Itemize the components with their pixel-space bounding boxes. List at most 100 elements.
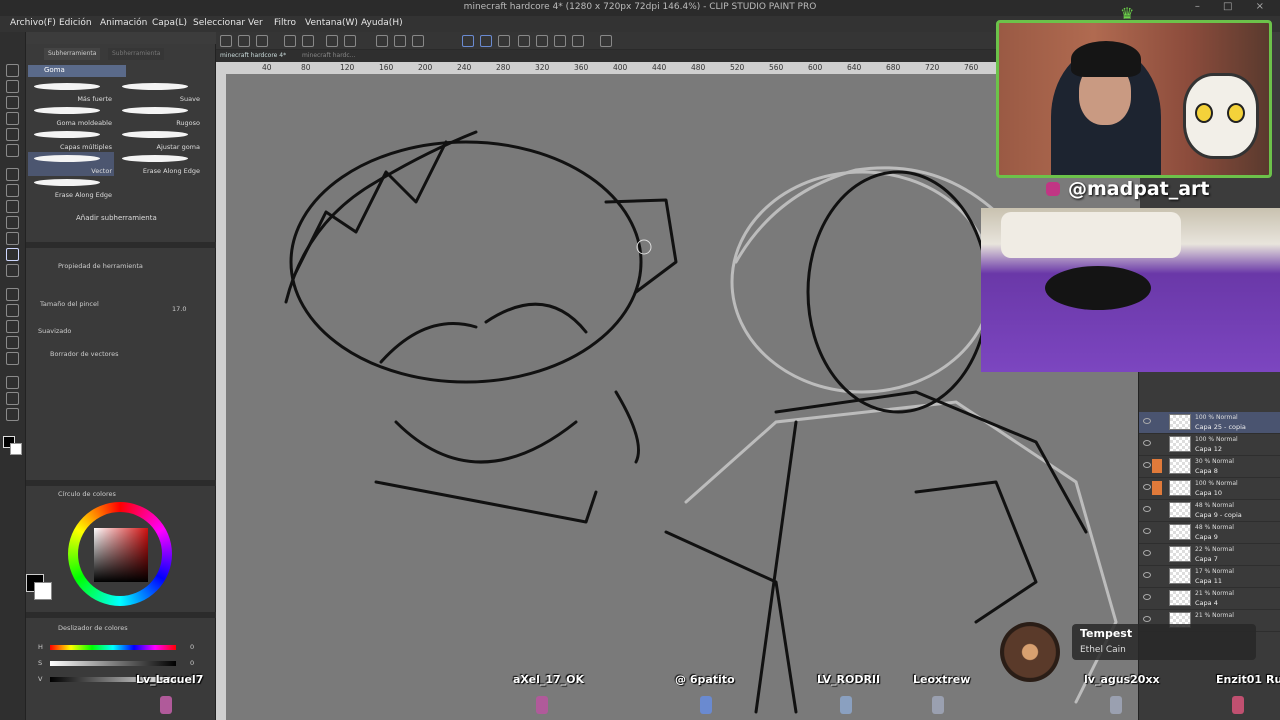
brush-suave[interactable]: Suave: [116, 80, 202, 104]
save-icon[interactable]: [256, 35, 268, 47]
tab-subtool-2[interactable]: Subherramienta: [108, 48, 165, 60]
new-icon[interactable]: [220, 35, 232, 47]
undo-icon[interactable]: [284, 35, 296, 47]
redo-icon[interactable]: [302, 35, 314, 47]
left-eye-left: [379, 322, 478, 364]
eye-icon[interactable]: [1143, 484, 1151, 490]
airbrush-icon[interactable]: [6, 216, 19, 229]
background-color-swatch[interactable]: [34, 582, 52, 600]
perspective-icon[interactable]: [554, 35, 566, 47]
zoom-icon[interactable]: [6, 64, 19, 77]
layer-row[interactable]: 17 % Normal Capa 11: [1139, 566, 1280, 588]
ruler-tick: 360: [574, 63, 589, 72]
brush-goma-moldeable[interactable]: Goma moldeable: [28, 104, 114, 128]
brush-capas-multiples[interactable]: Capas múltiples: [28, 128, 114, 152]
ruler-tool-icon[interactable]: [6, 352, 19, 365]
brush-icon[interactable]: [6, 200, 19, 213]
window-controls[interactable]: – □ ×: [1195, 1, 1274, 12]
layer-row[interactable]: 30 % Normal Capa 8: [1139, 456, 1280, 478]
pencil-icon[interactable]: [6, 184, 19, 197]
lasso-icon[interactable]: [6, 112, 19, 125]
eye-icon[interactable]: [1143, 418, 1151, 424]
gradient-icon[interactable]: [6, 304, 19, 317]
cut-icon[interactable]: [376, 35, 388, 47]
layer-name: Capa 25 - copia: [1195, 423, 1246, 431]
eye-icon[interactable]: [1143, 462, 1151, 468]
layer-mode: 21 % Normal: [1195, 590, 1234, 597]
paste-icon[interactable]: [412, 35, 424, 47]
eye-icon[interactable]: [1143, 594, 1151, 600]
menu-ventana[interactable]: Ventana(W): [305, 18, 358, 28]
subtool-group-goma[interactable]: Goma: [28, 65, 126, 77]
doc-tab-2[interactable]: minecraft hardc...: [302, 52, 355, 59]
clear-icon[interactable]: [326, 35, 338, 47]
layer-row[interactable]: 100 % Normal Capa 25 - copia: [1139, 412, 1280, 434]
brush-erase-along-edge[interactable]: Erase Along Edge: [116, 152, 202, 176]
doc-tab-active[interactable]: minecraft hardcore 4*: [220, 52, 286, 59]
menu-filtro[interactable]: Filtro: [274, 18, 296, 28]
layer-row[interactable]: 100 % Normal Capa 10: [1139, 478, 1280, 500]
tab-subtool[interactable]: Subherramienta: [44, 48, 101, 60]
layer-row[interactable]: 48 % Normal Capa 9: [1139, 522, 1280, 544]
brush-rugoso[interactable]: Rugoso: [116, 104, 202, 128]
pen-icon[interactable]: [6, 168, 19, 181]
viewer-avatar: [1232, 696, 1244, 714]
brush-ajustar-goma[interactable]: Ajustar goma: [116, 128, 202, 152]
text-icon[interactable]: [6, 376, 19, 389]
saturation-value-square[interactable]: [94, 528, 148, 582]
menu-capa[interactable]: Capa(L): [152, 18, 187, 28]
transform-icon[interactable]: [344, 35, 356, 47]
hue-slider[interactable]: [50, 645, 176, 650]
ruler-icon[interactable]: [536, 35, 548, 47]
open-icon[interactable]: [238, 35, 250, 47]
menu-ver[interactable]: Ver: [248, 18, 263, 28]
brush-size-value[interactable]: 17.0: [172, 305, 186, 313]
brush-vector[interactable]: Vector: [28, 152, 114, 176]
brush-mas-fuerte[interactable]: Más fuerte: [28, 80, 114, 104]
flip-icon[interactable]: [572, 35, 584, 47]
decoration-icon[interactable]: [6, 232, 19, 245]
layer-row[interactable]: 100 % Normal Capa 12: [1139, 434, 1280, 456]
object-icon[interactable]: [6, 80, 19, 93]
fill-icon[interactable]: [6, 288, 19, 301]
menu-seleccionar[interactable]: Seleccionar: [193, 18, 245, 28]
menu-archivo[interactable]: Archivo(F): [10, 18, 56, 28]
album-disc-icon: [1000, 622, 1060, 682]
h-value[interactable]: 0: [190, 643, 194, 651]
saturation-slider[interactable]: [50, 661, 176, 666]
correct-line-icon[interactable]: [6, 408, 19, 421]
tool-bg-swatch[interactable]: [10, 443, 22, 455]
pen-settings-icon[interactable]: [498, 35, 510, 47]
layer-row[interactable]: 21 % Normal Capa 4: [1139, 588, 1280, 610]
add-subtool-button[interactable]: Añadir subherramienta: [76, 214, 157, 222]
brush-label: Rugoso: [176, 119, 200, 127]
balloon-icon[interactable]: [6, 392, 19, 405]
viewer-avatar: [700, 696, 712, 714]
eye-icon[interactable]: [1143, 506, 1151, 512]
copy-icon[interactable]: [394, 35, 406, 47]
snap-ruler-icon[interactable]: [480, 35, 492, 47]
eye-icon[interactable]: [1143, 572, 1151, 578]
blend-icon[interactable]: [6, 264, 19, 277]
snap-icon[interactable]: [462, 35, 474, 47]
grid-icon[interactable]: [518, 35, 530, 47]
layer-row[interactable]: 22 % Normal Capa 7: [1139, 544, 1280, 566]
rotate-icon[interactable]: [600, 35, 612, 47]
eye-icon[interactable]: [1143, 528, 1151, 534]
eyedropper-icon[interactable]: [6, 144, 19, 157]
eraser-icon[interactable]: [6, 248, 19, 261]
brush-erase-along-edge-2[interactable]: Erase Along Edge: [28, 176, 114, 200]
eye-icon[interactable]: [1143, 550, 1151, 556]
layer-mode: 48 % Normal: [1195, 524, 1234, 531]
move-icon[interactable]: [6, 96, 19, 109]
frame-icon[interactable]: [6, 336, 19, 349]
layer-row[interactable]: 48 % Normal Capa 9 - copia: [1139, 500, 1280, 522]
menu-ayuda[interactable]: Ayuda(H): [361, 18, 403, 28]
menu-edicion[interactable]: Edición: [59, 18, 92, 28]
auto-select-icon[interactable]: [6, 128, 19, 141]
eye-icon[interactable]: [1143, 440, 1151, 446]
figure-icon[interactable]: [6, 320, 19, 333]
menu-animacion[interactable]: Animación: [100, 18, 147, 28]
s-value[interactable]: 0: [190, 659, 194, 667]
vector-eraser-label[interactable]: Borrador de vectores: [50, 350, 119, 358]
